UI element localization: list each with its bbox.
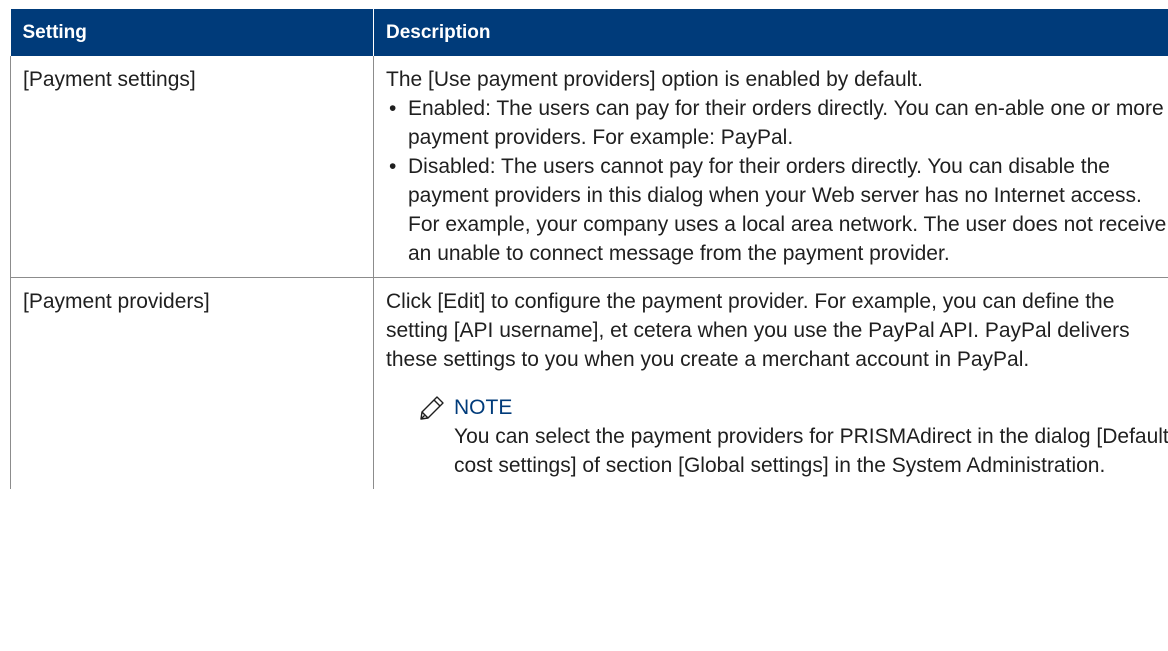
- column-header-description: Description: [373, 9, 1168, 56]
- description-intro: The [Use payment providers] option is en…: [386, 68, 923, 91]
- note-box: NOTE You can select the payment provider…: [386, 393, 1168, 480]
- column-header-setting: Setting: [10, 9, 374, 56]
- bullet-text: Disabled: The users cannot pay for their…: [408, 155, 1167, 265]
- settings-page: Setting Description [Payment settings] T…: [0, 0, 1168, 651]
- table-header-row: Setting Description: [10, 9, 1168, 56]
- note-title: NOTE: [454, 396, 513, 419]
- setting-cell: [Payment settings]: [10, 56, 374, 278]
- bullet-icon: •: [389, 97, 397, 120]
- pencil-icon: [418, 394, 446, 422]
- bullet-icon: •: [389, 155, 397, 178]
- bullet-text: Enabled: The users can pay for their ord…: [408, 97, 1164, 149]
- note-text: You can select the payment providers for…: [454, 425, 1168, 477]
- description-cell: The [Use payment providers] option is en…: [373, 56, 1168, 278]
- description-cell: Click [Edit] to configure the payment pr…: [373, 277, 1168, 489]
- table-row: [Payment settings] The [Use payment prov…: [10, 56, 1168, 278]
- list-item: • Disabled: The users cannot pay for the…: [386, 152, 1168, 268]
- list-item: • Enabled: The users can pay for their o…: [386, 94, 1168, 152]
- settings-table: Setting Description [Payment settings] T…: [10, 9, 1168, 489]
- description-text: Click [Edit] to configure the payment pr…: [386, 290, 1130, 371]
- setting-cell: [Payment providers]: [10, 277, 374, 489]
- table-row: [Payment providers] Click [Edit] to conf…: [10, 277, 1168, 489]
- bullet-list: • Enabled: The users can pay for their o…: [386, 94, 1168, 268]
- note-body: NOTE You can select the payment provider…: [454, 393, 1168, 480]
